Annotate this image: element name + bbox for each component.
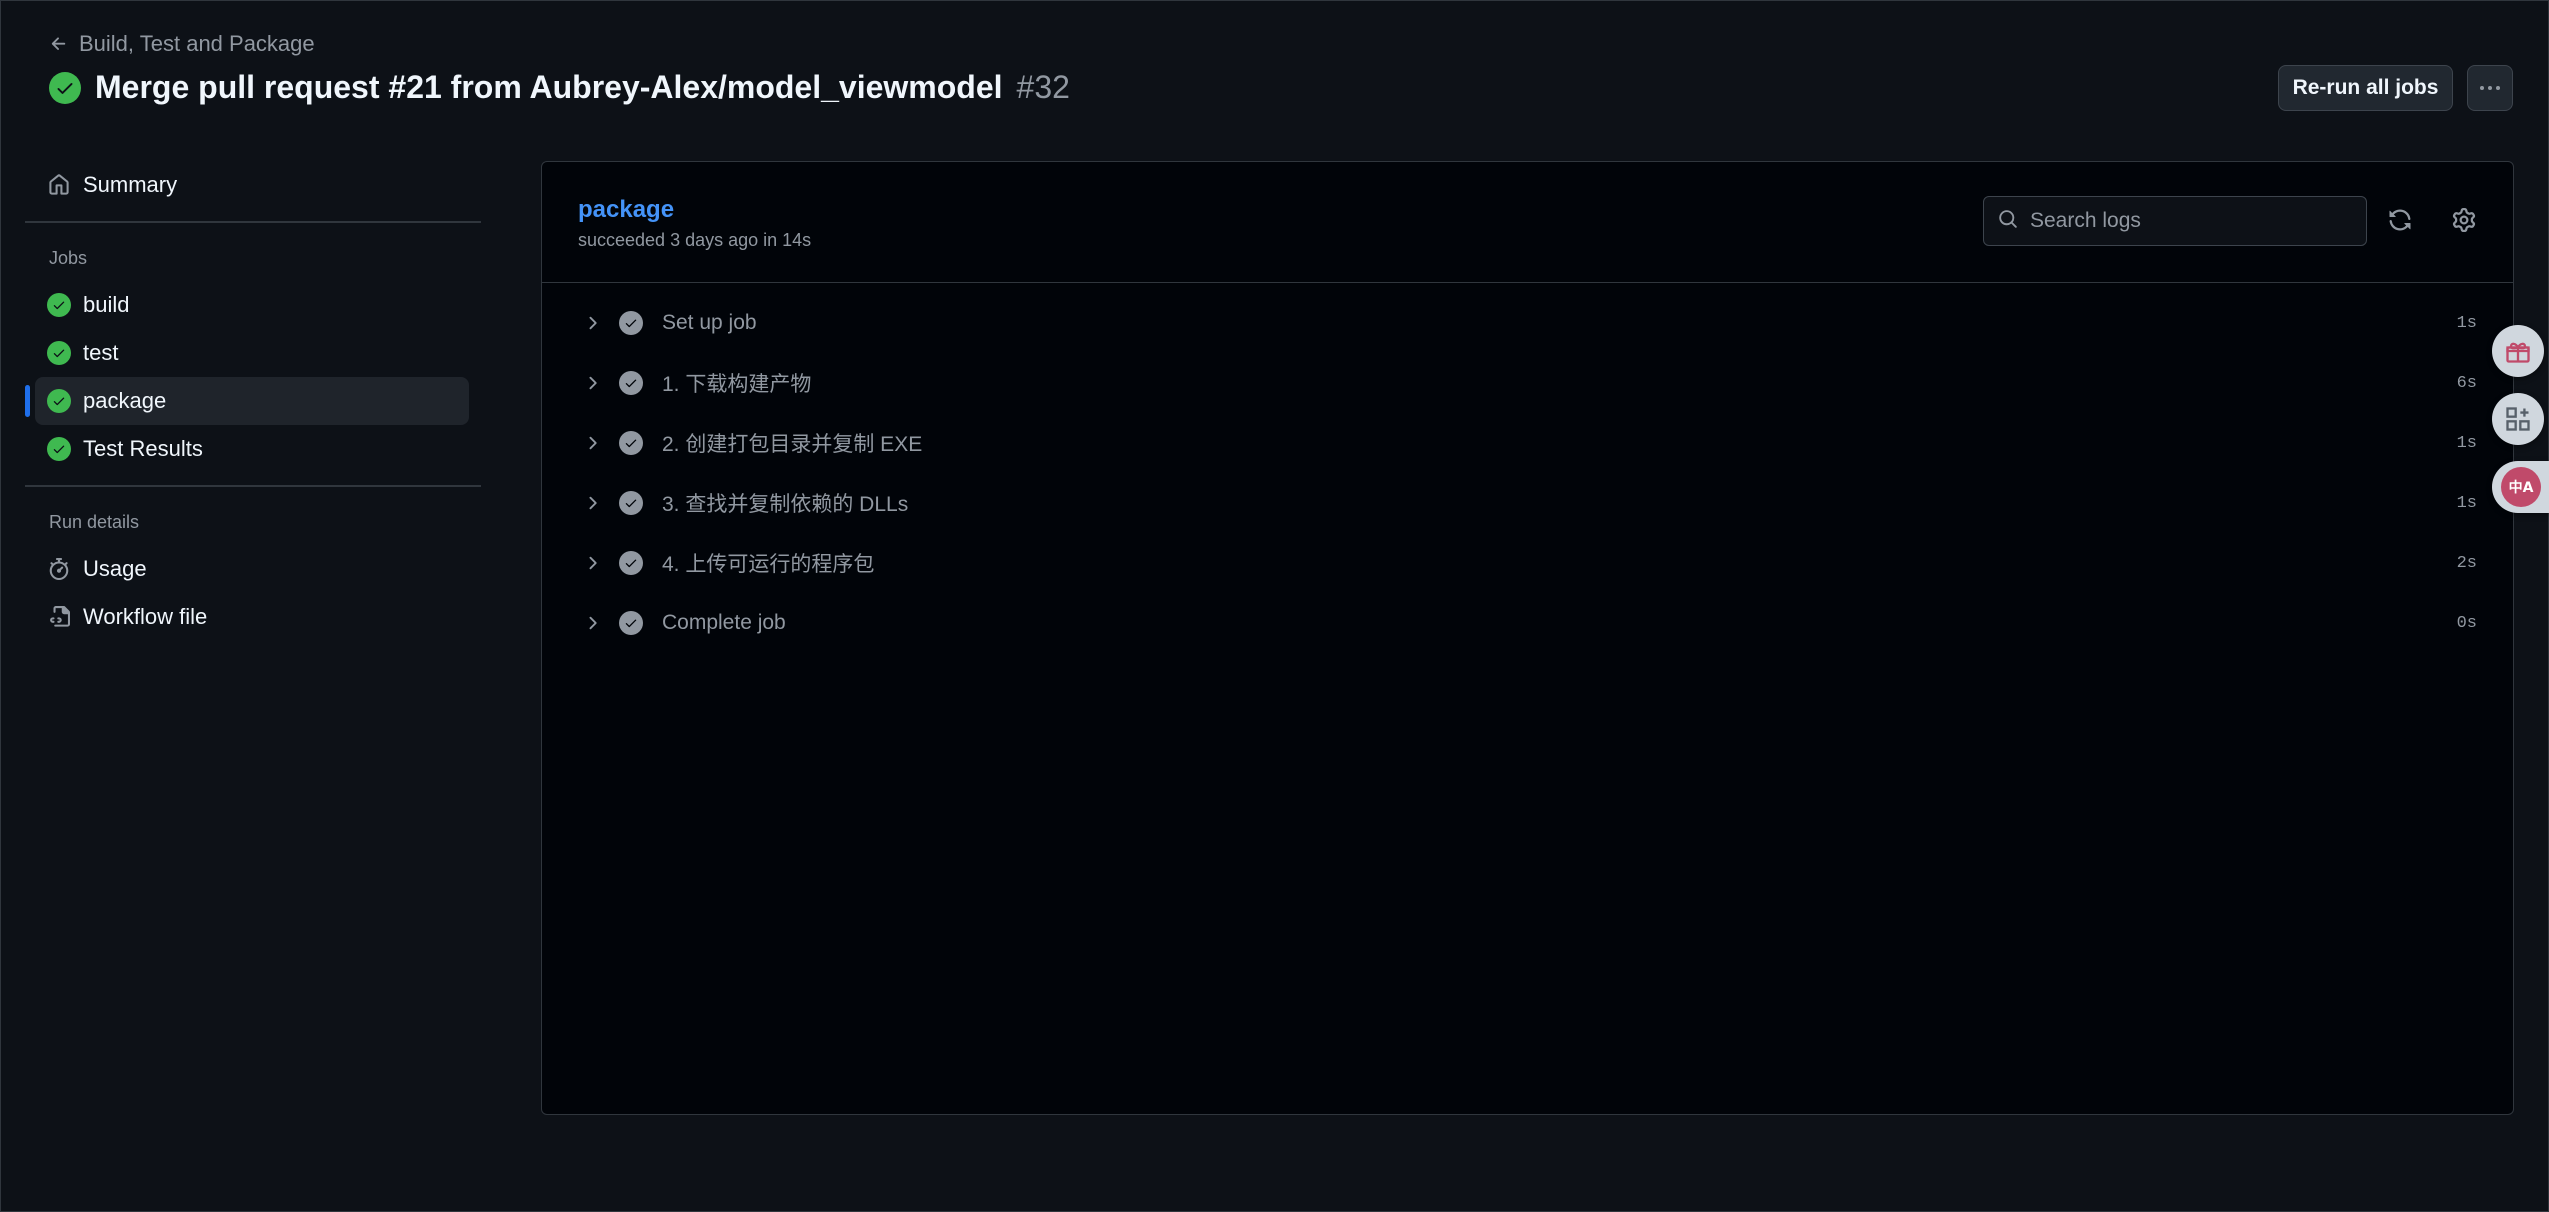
back-link[interactable]: Build, Test and Package — [49, 31, 315, 57]
job-status-text: succeeded 3 days ago in 14s — [578, 230, 812, 250]
step-row[interactable]: 3. 查找并复制依赖的 DLLs 1s — [542, 473, 2513, 533]
step-row[interactable]: Complete job 0s — [542, 593, 2513, 653]
step-label: 1. 下载构建产物 — [662, 373, 812, 396]
refresh-icon[interactable] — [2386, 206, 2414, 234]
sidebar-item-usage[interactable]: Usage — [35, 545, 469, 593]
active-indicator — [25, 385, 30, 417]
step-duration: 1s — [2456, 313, 2477, 333]
run-number: #32 — [1016, 69, 1070, 105]
sidebar-item-job-test[interactable]: test — [35, 329, 469, 377]
check-circle-icon — [47, 341, 71, 365]
check-circle-icon — [47, 437, 71, 461]
gear-icon[interactable] — [2450, 206, 2478, 234]
chevron-right-icon — [589, 316, 597, 330]
search-logs-input[interactable] — [2028, 208, 2352, 234]
sidebar-item-job-package[interactable]: package — [25, 377, 469, 425]
kebab-dot-icon — [2488, 86, 2492, 90]
chevron-right-icon — [589, 496, 597, 510]
step-duration: 6s — [2456, 373, 2477, 393]
sidebar-divider — [25, 221, 481, 223]
chevron-right-icon — [589, 436, 597, 450]
more-options-button[interactable] — [2467, 65, 2513, 111]
job-name-link[interactable]: package — [578, 196, 674, 224]
step-duration: 2s — [2456, 553, 2477, 573]
step-label: 4. 上传可运行的程序包 — [662, 553, 875, 576]
step-label: Set up job — [662, 311, 757, 334]
home-icon — [47, 173, 71, 197]
sidebar-item-summary[interactable]: Summary — [35, 161, 469, 209]
arrow-left-icon — [51, 37, 66, 50]
chevron-right-icon — [589, 616, 597, 630]
back-link-label[interactable]: Build, Test and Package — [79, 31, 315, 57]
step-duration: 1s — [2456, 493, 2477, 513]
sidebar-divider — [25, 485, 481, 487]
sidebar-item-label: build — [83, 292, 130, 317]
rerun-all-jobs-button[interactable]: Re-run all jobs — [2278, 65, 2453, 111]
check-circle-icon — [49, 71, 81, 104]
jobs-heading: Jobs — [49, 247, 88, 268]
check-circle-icon — [619, 431, 643, 455]
step-label: 3. 查找并复制依赖的 DLLs — [662, 493, 909, 516]
sidebar-item-label: Test Results — [83, 436, 203, 461]
step-row[interactable]: 1. 下载构建产物 6s — [542, 353, 2513, 413]
check-circle-icon — [619, 491, 643, 515]
check-circle-icon — [619, 371, 643, 395]
check-circle-icon — [47, 389, 71, 413]
workflow-file-icon — [47, 605, 71, 629]
sidebar-item-label: test — [83, 340, 119, 365]
chevron-right-icon — [589, 556, 597, 570]
step-row[interactable]: Set up job 1s — [542, 293, 2513, 353]
sidebar-item-label: Usage — [83, 556, 147, 581]
check-circle-icon — [619, 611, 643, 635]
step-duration: 1s — [2456, 433, 2477, 453]
page-title: Merge pull request #21 from Aubrey-Alex/… — [95, 69, 1003, 105]
run-details-heading: Run details — [49, 511, 140, 532]
kebab-dot-icon — [2480, 86, 2484, 90]
step-row[interactable]: 4. 上传可运行的程序包 2s — [542, 533, 2513, 593]
kebab-dot-icon — [2496, 86, 2500, 90]
apps-icon[interactable] — [2492, 393, 2544, 445]
page-title-row: Merge pull request #21 from Aubrey-Alex/… — [49, 69, 1070, 106]
job-header: package succeeded 3 days ago in 14s — [542, 162, 2513, 283]
sidebar-item-workflow-file[interactable]: Workflow file — [35, 593, 469, 641]
search-logs-field[interactable] — [1983, 196, 2367, 246]
step-label: Complete job — [662, 611, 786, 634]
check-circle-icon — [619, 311, 643, 335]
chevron-right-icon — [589, 376, 597, 390]
check-circle-icon — [47, 293, 71, 317]
sidebar-item-job-build[interactable]: build — [35, 281, 469, 329]
translate-icon[interactable]: 中A — [2492, 461, 2549, 513]
step-duration: 0s — [2456, 613, 2477, 633]
sidebar-item-label: package — [83, 388, 167, 413]
gift-icon[interactable] — [2492, 325, 2544, 377]
job-log-panel: package succeeded 3 days ago in 14s Set … — [541, 161, 2514, 1115]
step-row[interactable]: 2. 创建打包目录并复制 EXE 1s — [542, 413, 2513, 473]
sidebar-item-label: Workflow file — [83, 604, 208, 629]
check-circle-icon — [619, 551, 643, 575]
app-window: Build, Test and Package Merge pull reque… — [0, 0, 2549, 1212]
sidebar: Summary Jobs build test package Test Res… — [25, 161, 481, 641]
search-icon — [1998, 209, 2018, 234]
stopwatch-icon — [47, 557, 71, 581]
sidebar-item-job-test-results[interactable]: Test Results — [35, 425, 469, 473]
step-label: 2. 创建打包目录并复制 EXE — [662, 433, 923, 456]
steps-list: Set up job 1s 1. 下载构建产物 6s 2. 创建打包目录并复制 … — [542, 283, 2513, 653]
sidebar-item-label: Summary — [83, 172, 178, 197]
translate-glyph: 中A — [2501, 467, 2541, 507]
